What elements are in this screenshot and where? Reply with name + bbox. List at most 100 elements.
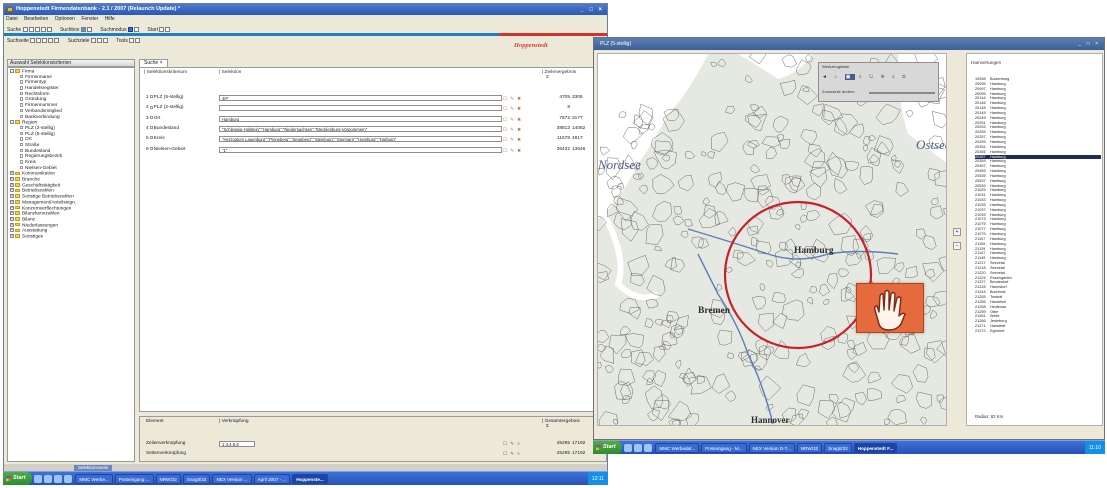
menu-hilfe[interactable]: Hilfe: [105, 16, 115, 22]
home-icon[interactable]: ⌂: [834, 74, 840, 80]
map-window-titlebar[interactable]: PLZ (5-stellig) _ □ ×: [594, 38, 1104, 50]
tree-toggle-icon[interactable]: +: [10, 205, 14, 210]
select-icon[interactable]: ▣: [844, 74, 855, 80]
start-button[interactable]: Start: [3, 472, 32, 485]
selection-input[interactable]: "Schleswig-Holstein";"Hamburg";"Niedersa…: [219, 125, 502, 132]
open-icon[interactable]: [28, 27, 34, 33]
taskbar-button-posteingang[interactable]: Posteingang ...: [114, 474, 154, 484]
map-window-controls-icon[interactable]: _ □ ×: [1079, 38, 1101, 50]
tree-toggle-icon[interactable]: +: [10, 199, 14, 204]
taskbar-button-nex-version-d-t[interactable]: NEX Version D-T...: [748, 443, 795, 453]
quicklaunch-media-icon[interactable]: [63, 475, 72, 483]
pan-icon[interactable]: ✥: [881, 74, 888, 80]
tree-item-label: Verbandsmitglied: [25, 108, 62, 114]
quicklaunch-browser-icon[interactable]: [633, 444, 642, 452]
zeilenverknuepfung-input[interactable]: 1.3.4.5.6: [219, 441, 255, 447]
link-actions-icon[interactable]: ☐ ✎ ⌕: [503, 449, 521, 458]
target-filter-icon[interactable]: [96, 38, 102, 44]
list-icon[interactable]: [46, 27, 52, 33]
postal-code-map[interactable]: Nordsee Ostsee Hamburg Bremen Hannover W…: [597, 53, 947, 426]
page-merge-icon[interactable]: [48, 38, 54, 44]
find-icon[interactable]: ⌕: [892, 74, 898, 80]
taskbar-button-april-2007[interactable]: April 2007 - ...: [253, 474, 291, 484]
postal-code-row[interactable]: 21272 Egestorf: [975, 329, 1101, 334]
zoom-icon[interactable]: ⌕: [859, 74, 865, 80]
start-help-icon[interactable]: [165, 27, 171, 33]
tree-toggle-icon[interactable]: +: [10, 194, 14, 199]
quicklaunch-desktop-icon[interactable]: [623, 444, 632, 452]
back-icon[interactable]: ◄: [822, 74, 830, 80]
page-filter-icon[interactable]: [54, 38, 60, 44]
tree-toggle-icon[interactable]: +: [10, 222, 14, 227]
taskbar-button-snagit-32[interactable]: SnagIt/32: [824, 443, 852, 453]
row-actions-icon[interactable]: ☐ ✎ ✖: [503, 105, 522, 113]
tree-toggle-icon[interactable]: +: [10, 188, 14, 193]
row-actions-icon[interactable]: ☐ ✎ ✖: [503, 136, 522, 144]
taskbar-button-snagit-32[interactable]: SnagIt/32: [182, 474, 211, 484]
mode-and-icon[interactable]: [128, 27, 134, 33]
selection-input[interactable]: "Herzogtum Lauenburg";"Pinneberg";"Segeb…: [219, 136, 502, 143]
save-icon[interactable]: [34, 27, 40, 33]
refresh-icon[interactable]: ↻: [869, 74, 876, 80]
tree-toggle-icon[interactable]: +: [10, 182, 14, 187]
mode-or-icon[interactable]: [134, 27, 140, 33]
menu-bearbeiten[interactable]: Bearbeiten: [24, 16, 48, 22]
fit-icon[interactable]: ⊡: [902, 74, 908, 80]
row-actions-icon[interactable]: ☐ ✎ ✖: [503, 147, 522, 155]
target-add-icon[interactable]: [90, 38, 96, 44]
tree-toggle-icon[interactable]: +: [10, 233, 14, 238]
page-new-icon[interactable]: [30, 38, 36, 44]
start-button[interactable]: Start: [593, 441, 622, 454]
tools-help-icon[interactable]: [135, 38, 141, 44]
lock-icon: [20, 91, 23, 96]
taskbar-button-mmc-werbe[interactable]: MMC Werbe...: [75, 474, 113, 484]
zoom-out-button[interactable]: −: [953, 242, 961, 250]
selection-input[interactable]: 40*: [219, 95, 502, 101]
taskbar-button-nrw-32[interactable]: NRW/32: [155, 474, 181, 484]
tree-item-sonstiges[interactable]: + Sonstiges: [8, 233, 134, 240]
selection-input[interactable]: "1": [219, 146, 502, 153]
main-window-titlebar[interactable]: Hoppenstedt Firmendatenbank - 2.1 / 2007…: [4, 4, 607, 15]
menu-datei[interactable]: Datei: [6, 16, 18, 22]
taskbar-button-nrw-32[interactable]: NRW/32: [796, 443, 823, 453]
menu-fenster[interactable]: Fenster: [81, 16, 98, 22]
quicklaunch-folder-icon[interactable]: [53, 475, 62, 483]
new-search-icon[interactable]: [22, 27, 28, 33]
tree-toggle-icon[interactable]: +: [10, 211, 14, 216]
quicklaunch-browser-icon[interactable]: [43, 475, 52, 483]
selection-input[interactable]: [219, 105, 502, 112]
page-copy-icon[interactable]: [36, 38, 42, 44]
suchbox-icon[interactable]: [80, 27, 86, 33]
taskbar-button-nex-version[interactable]: NEX Version ...: [212, 474, 252, 484]
zoom-in-button[interactable]: +: [953, 228, 961, 236]
taskbar-button-mmc-werbedat[interactable]: MMC Werbedat...: [655, 443, 700, 453]
row-actions-icon[interactable]: ☐ ✎ ✖: [503, 95, 522, 103]
tree-toggle-icon[interactable]: +: [10, 171, 14, 176]
row-actions-icon[interactable]: ☐ ✎ ✖: [503, 126, 522, 134]
taskbar-button-posteingang-m[interactable]: Posteingang - M...: [701, 443, 747, 453]
page-delete-icon[interactable]: [42, 38, 48, 44]
taskbar-button-hoppenste[interactable]: Hoppenste...: [292, 474, 328, 484]
tree-toggle-icon[interactable]: +: [10, 228, 14, 233]
quicklaunch-folder-icon[interactable]: [643, 444, 652, 452]
target-remove-icon[interactable]: [102, 38, 108, 44]
quicklaunch-desktop-icon[interactable]: [33, 475, 42, 483]
tree-toggle-icon[interactable]: +: [10, 216, 14, 221]
print-icon[interactable]: [40, 27, 46, 33]
window-controls-icon[interactable]: _ □ ×: [580, 5, 604, 15]
link-actions-icon[interactable]: ☐ ✎ ⌕: [503, 439, 521, 448]
suchbox-options-icon[interactable]: [86, 27, 92, 33]
tree-toggle-icon[interactable]: -: [10, 69, 14, 73]
zoom-slider[interactable]: [869, 92, 935, 94]
map-canvas[interactable]: [598, 54, 947, 426]
tab-suche[interactable]: Suche ×: [139, 59, 168, 67]
tools-icon[interactable]: [129, 38, 135, 44]
tree-toggle-icon[interactable]: +: [10, 177, 14, 182]
selection-input[interactable]: Hamburg: [219, 115, 502, 122]
row-actions-icon[interactable]: ☐ ✎ ✖: [503, 116, 522, 124]
tree-toggle-icon[interactable]: -: [10, 120, 14, 125]
tree-item-label: Gründung: [25, 97, 47, 103]
taskbar-button-hoppenstedt-f[interactable]: Hoppenstedt F...: [853, 443, 898, 453]
start-search-icon[interactable]: [159, 27, 165, 33]
menu-optionen[interactable]: Optionen: [55, 16, 75, 22]
